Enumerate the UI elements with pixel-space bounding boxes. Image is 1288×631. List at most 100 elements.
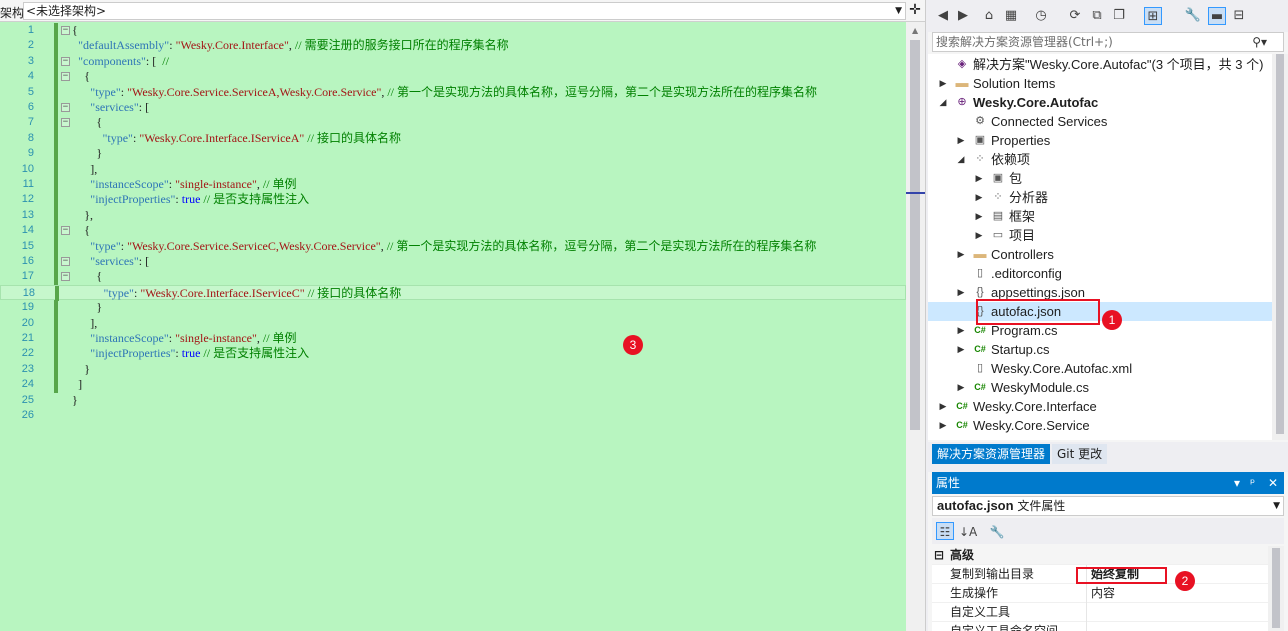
fold-toggle-icon[interactable]: −	[61, 272, 70, 282]
code-editor[interactable]: 架构: <未选择架构> ▼ ✛ 1−{2 "defaultAssembly": "…	[0, 0, 926, 631]
code-line[interactable]: 24]	[0, 377, 906, 393]
split-window-icon[interactable]: ✛	[908, 3, 922, 19]
property-value[interactable]: 内容	[1086, 584, 1115, 603]
expand-arrow-icon[interactable]: ▶	[974, 226, 984, 245]
solution-tree-scrollbar[interactable]	[1272, 54, 1288, 440]
code-line[interactable]: 26	[0, 408, 906, 423]
schema-dropdown[interactable]: <未选择架构> ▼	[23, 2, 906, 20]
code-line[interactable]: 11 "instanceScope": "single-instance", //…	[0, 177, 906, 193]
expand-arrow-icon[interactable]: ▶	[956, 283, 966, 302]
fold-toggle-icon[interactable]: −	[61, 118, 70, 128]
collapse-arrow-icon[interactable]: ◢	[938, 93, 948, 112]
expand-arrow-icon[interactable]: ▶	[956, 245, 966, 264]
code-line[interactable]: 23}	[0, 361, 906, 378]
code-line[interactable]: 25}	[0, 393, 906, 408]
fold-toggle-icon[interactable]: −	[61, 26, 70, 35]
expand-arrow-icon[interactable]: ▶	[956, 340, 966, 359]
tree-node[interactable]: ▶ ⁘ 分析器	[928, 188, 1272, 207]
property-row[interactable]: 自定义工具命名空间	[932, 622, 1268, 631]
tree-node[interactable]: ▶ C# Wesky.Core.Service	[928, 416, 1272, 435]
code-line[interactable]: 7 − {	[0, 115, 906, 131]
back-icon[interactable]: ◀	[934, 7, 952, 25]
expand-arrow-icon[interactable]: ▶	[974, 207, 984, 226]
collapse-arrow-icon[interactable]: ◢	[956, 150, 966, 169]
scroll-up-arrow-icon[interactable]: ▲	[912, 26, 918, 35]
code-line[interactable]: 20],	[0, 315, 906, 331]
tree-node[interactable]: ▶ ▤ 框架	[928, 207, 1272, 226]
pending-changes-filter-icon[interactable]: ◷	[1032, 7, 1050, 25]
tree-node[interactable]: ◢ ⁘ 依赖项	[928, 150, 1272, 169]
solution-explorer-search-input[interactable]: 搜索解决方案资源管理器(Ctrl+;) ⚲▾	[932, 32, 1284, 52]
tree-node[interactable]: ▶ ▣ Properties	[928, 131, 1272, 150]
close-icon[interactable]: ✕	[1268, 472, 1278, 494]
code-line[interactable]: 2 "defaultAssembly": "Wesky.Core.Interfac…	[0, 38, 906, 54]
alphabetical-icon[interactable]: ↓A	[958, 522, 977, 540]
code-line[interactable]: 21 "instanceScope": "single-instance", //…	[0, 331, 906, 347]
code-line[interactable]: 16 − "services": [	[0, 254, 906, 270]
code-line[interactable]: 17 − {	[0, 269, 906, 285]
tree-node[interactable]: ▶ C# Startup.cs	[928, 340, 1272, 359]
tab-git-changes[interactable]: Git 更改	[1052, 444, 1108, 464]
tree-node[interactable]: ▯ Wesky.Core.Autofac.xml	[928, 359, 1272, 378]
code-line[interactable]: 10],	[0, 161, 906, 177]
fold-toggle-icon[interactable]: −	[61, 72, 70, 82]
pin-icon[interactable]: ᵖ	[1250, 472, 1255, 494]
expand-arrow-icon[interactable]: ▶	[938, 74, 948, 93]
properties-object-selector[interactable]: autofac.json 文件属性 ▼	[932, 496, 1284, 516]
forward-icon[interactable]: ▶	[954, 7, 972, 25]
code-line[interactable]: 9}	[0, 146, 906, 162]
solution-tree[interactable]: ◈ 解决方案"Wesky.Core.Autofac"(3 个项目，共 3 个) ▶ ▬…	[928, 54, 1272, 440]
tree-node[interactable]: ▶ ▣ 包	[928, 169, 1272, 188]
property-value[interactable]	[1086, 603, 1091, 622]
tree-node[interactable]: ⚙ Connected Services	[928, 112, 1272, 131]
code-line[interactable]: 3 − "components": [ //	[0, 53, 906, 70]
code-area[interactable]: 1−{2 "defaultAssembly": "Wesky.Core.Inter…	[0, 22, 906, 631]
fold-toggle-icon[interactable]: −	[61, 56, 70, 66]
property-value[interactable]	[1086, 622, 1091, 631]
expand-arrow-icon[interactable]: ▶	[938, 397, 948, 416]
expand-arrow-icon[interactable]: ▶	[956, 131, 966, 150]
settings-icon[interactable]: ⊟	[1230, 7, 1248, 25]
code-line[interactable]: 15 "type": "Wesky.Core.Service.ServiceC,W…	[0, 238, 906, 254]
tab-solution-explorer[interactable]: 解决方案资源管理器	[932, 444, 1051, 464]
tree-node[interactable]: ◢ ⊕ Wesky.Core.Autofac	[928, 93, 1272, 112]
property-row[interactable]: 生成操作 内容	[932, 584, 1268, 603]
home-icon[interactable]: ⌂	[980, 7, 998, 25]
code-line[interactable]: 12 "injectProperties": true // 是否支持属性注入	[0, 192, 906, 208]
properties-wrench-icon[interactable]: 🔧	[1184, 7, 1202, 25]
tree-node[interactable]: ▶ ▬ Solution Items	[928, 74, 1272, 93]
expand-arrow-icon[interactable]: ▶	[974, 169, 984, 188]
preview-selected-icon[interactable]: ▬	[1208, 7, 1226, 25]
editor-vertical-scrollbar[interactable]: ▲	[906, 22, 925, 631]
dropdown-icon[interactable]: ▾	[1234, 472, 1240, 494]
fold-toggle-icon[interactable]: −	[61, 257, 70, 266]
code-line[interactable]: 1 −{	[0, 23, 906, 39]
tree-node[interactable]: ▶ ▭ 项目	[928, 226, 1272, 245]
code-line[interactable]: 13},	[0, 207, 906, 224]
code-line[interactable]: 6 − "services": [	[0, 100, 906, 116]
expand-arrow-icon[interactable]: ▶	[956, 321, 966, 340]
collapse-category-icon[interactable]: ⊟	[934, 546, 944, 565]
tree-node[interactable]: ◈ 解决方案"Wesky.Core.Autofac"(3 个项目，共 3 个)	[928, 55, 1272, 74]
tree-node[interactable]: ▶ C# Wesky.Core.Interface	[928, 397, 1272, 416]
property-grid-scrollbar-thumb[interactable]	[1272, 548, 1280, 628]
property-grid[interactable]: ⊟ 高级 复制到输出目录 始终复制 生成操作 内容 自定义工具 自定义工具命名空…	[932, 546, 1268, 631]
categorized-icon[interactable]: ☷	[936, 522, 954, 540]
fold-toggle-icon[interactable]: −	[61, 226, 70, 236]
code-line[interactable]: 22 "injectProperties": true // 是否支持属性注入	[0, 346, 906, 362]
property-category-advanced[interactable]: ⊟ 高级	[932, 546, 1268, 565]
property-row[interactable]: 自定义工具	[932, 603, 1268, 622]
code-line[interactable]: 14 − {	[0, 223, 906, 239]
expand-arrow-icon[interactable]: ▶	[974, 188, 984, 207]
sync-icon[interactable]: ⟳	[1066, 7, 1084, 25]
property-pages-wrench-icon[interactable]: 🔧	[988, 522, 1006, 540]
expand-arrow-icon[interactable]: ▶	[956, 378, 966, 397]
editor-scrollbar-thumb[interactable]	[910, 40, 920, 430]
tree-node[interactable]: ▶ ▬ Controllers	[928, 245, 1272, 264]
view-class-icon[interactable]: ⊞	[1144, 7, 1162, 25]
solution-tree-scrollbar-thumb[interactable]	[1276, 54, 1284, 434]
show-all-files-icon[interactable]: ❐	[1110, 7, 1128, 25]
fold-toggle-icon[interactable]: −	[61, 103, 70, 112]
code-line[interactable]: 8 "type": "Wesky.Core.Interface.IServiceA…	[0, 130, 906, 147]
search-icon[interactable]: ⚲▾	[1252, 33, 1267, 51]
